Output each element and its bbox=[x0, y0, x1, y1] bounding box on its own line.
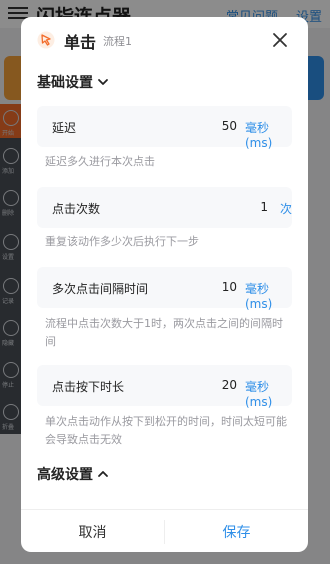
delay-label: 延迟 bbox=[52, 121, 77, 135]
click-count-description: 重复该动作多少次后执行下一步 bbox=[45, 235, 199, 248]
delay-description: 延迟多久进行本次点击 bbox=[45, 155, 155, 168]
save-button[interactable]: 保存 bbox=[165, 510, 308, 552]
click-count-setting[interactable]: 点击次数 1 次 bbox=[37, 187, 292, 228]
delay-setting[interactable]: 延迟 50 毫秒(ms) bbox=[37, 106, 292, 150]
click-count-label: 点击次数 bbox=[52, 202, 101, 216]
press-duration-description: 单次点击动作从按下到松开的时间，时间太短可能会导致点击无效 bbox=[45, 415, 287, 446]
click-count-input[interactable]: 1 bbox=[217, 200, 268, 214]
interval-input[interactable]: 10 bbox=[187, 280, 237, 294]
delay-input[interactable]: 50 bbox=[187, 119, 237, 133]
dialog-header: 单击 流程1 bbox=[21, 17, 308, 63]
basic-settings-label: 基础设置 bbox=[37, 75, 93, 91]
press-duration-unit: 毫秒(ms) bbox=[245, 380, 273, 409]
dialog-subtitle: 流程1 bbox=[103, 35, 132, 48]
chevron-up-icon bbox=[98, 471, 108, 477]
interval-label: 多次点击间隔时间 bbox=[52, 282, 149, 296]
click-settings-dialog: 单击 流程1 基础设置 延迟 50 毫秒(ms) 延迟多久进行本次点击 点击次数… bbox=[21, 17, 308, 552]
advanced-settings-label: 高级设置 bbox=[37, 467, 93, 483]
dialog-title: 单击 bbox=[64, 33, 97, 52]
press-duration-input[interactable]: 20 bbox=[187, 378, 237, 392]
interval-unit: 毫秒(ms) bbox=[245, 282, 273, 311]
interval-description: 流程中点击次数大于1时，两次点击之间的间隔时间 bbox=[45, 317, 283, 348]
interval-setting[interactable]: 多次点击间隔时间 10 毫秒(ms) bbox=[37, 267, 292, 311]
advanced-settings-toggle[interactable]: 高级设置 bbox=[37, 464, 109, 484]
close-icon[interactable] bbox=[270, 30, 290, 50]
press-duration-label: 点击按下时长 bbox=[52, 380, 125, 394]
chevron-down-icon bbox=[98, 79, 108, 85]
basic-settings-toggle[interactable]: 基础设置 bbox=[37, 72, 109, 92]
cursor-tap-icon bbox=[37, 31, 55, 49]
cancel-button[interactable]: 取消 bbox=[21, 510, 164, 552]
press-duration-setting[interactable]: 点击按下时长 20 毫秒(ms) bbox=[37, 365, 292, 409]
click-count-unit: 次 bbox=[280, 202, 293, 216]
delay-unit: 毫秒(ms) bbox=[245, 121, 273, 150]
dialog-footer: 取消 保存 bbox=[21, 509, 308, 552]
